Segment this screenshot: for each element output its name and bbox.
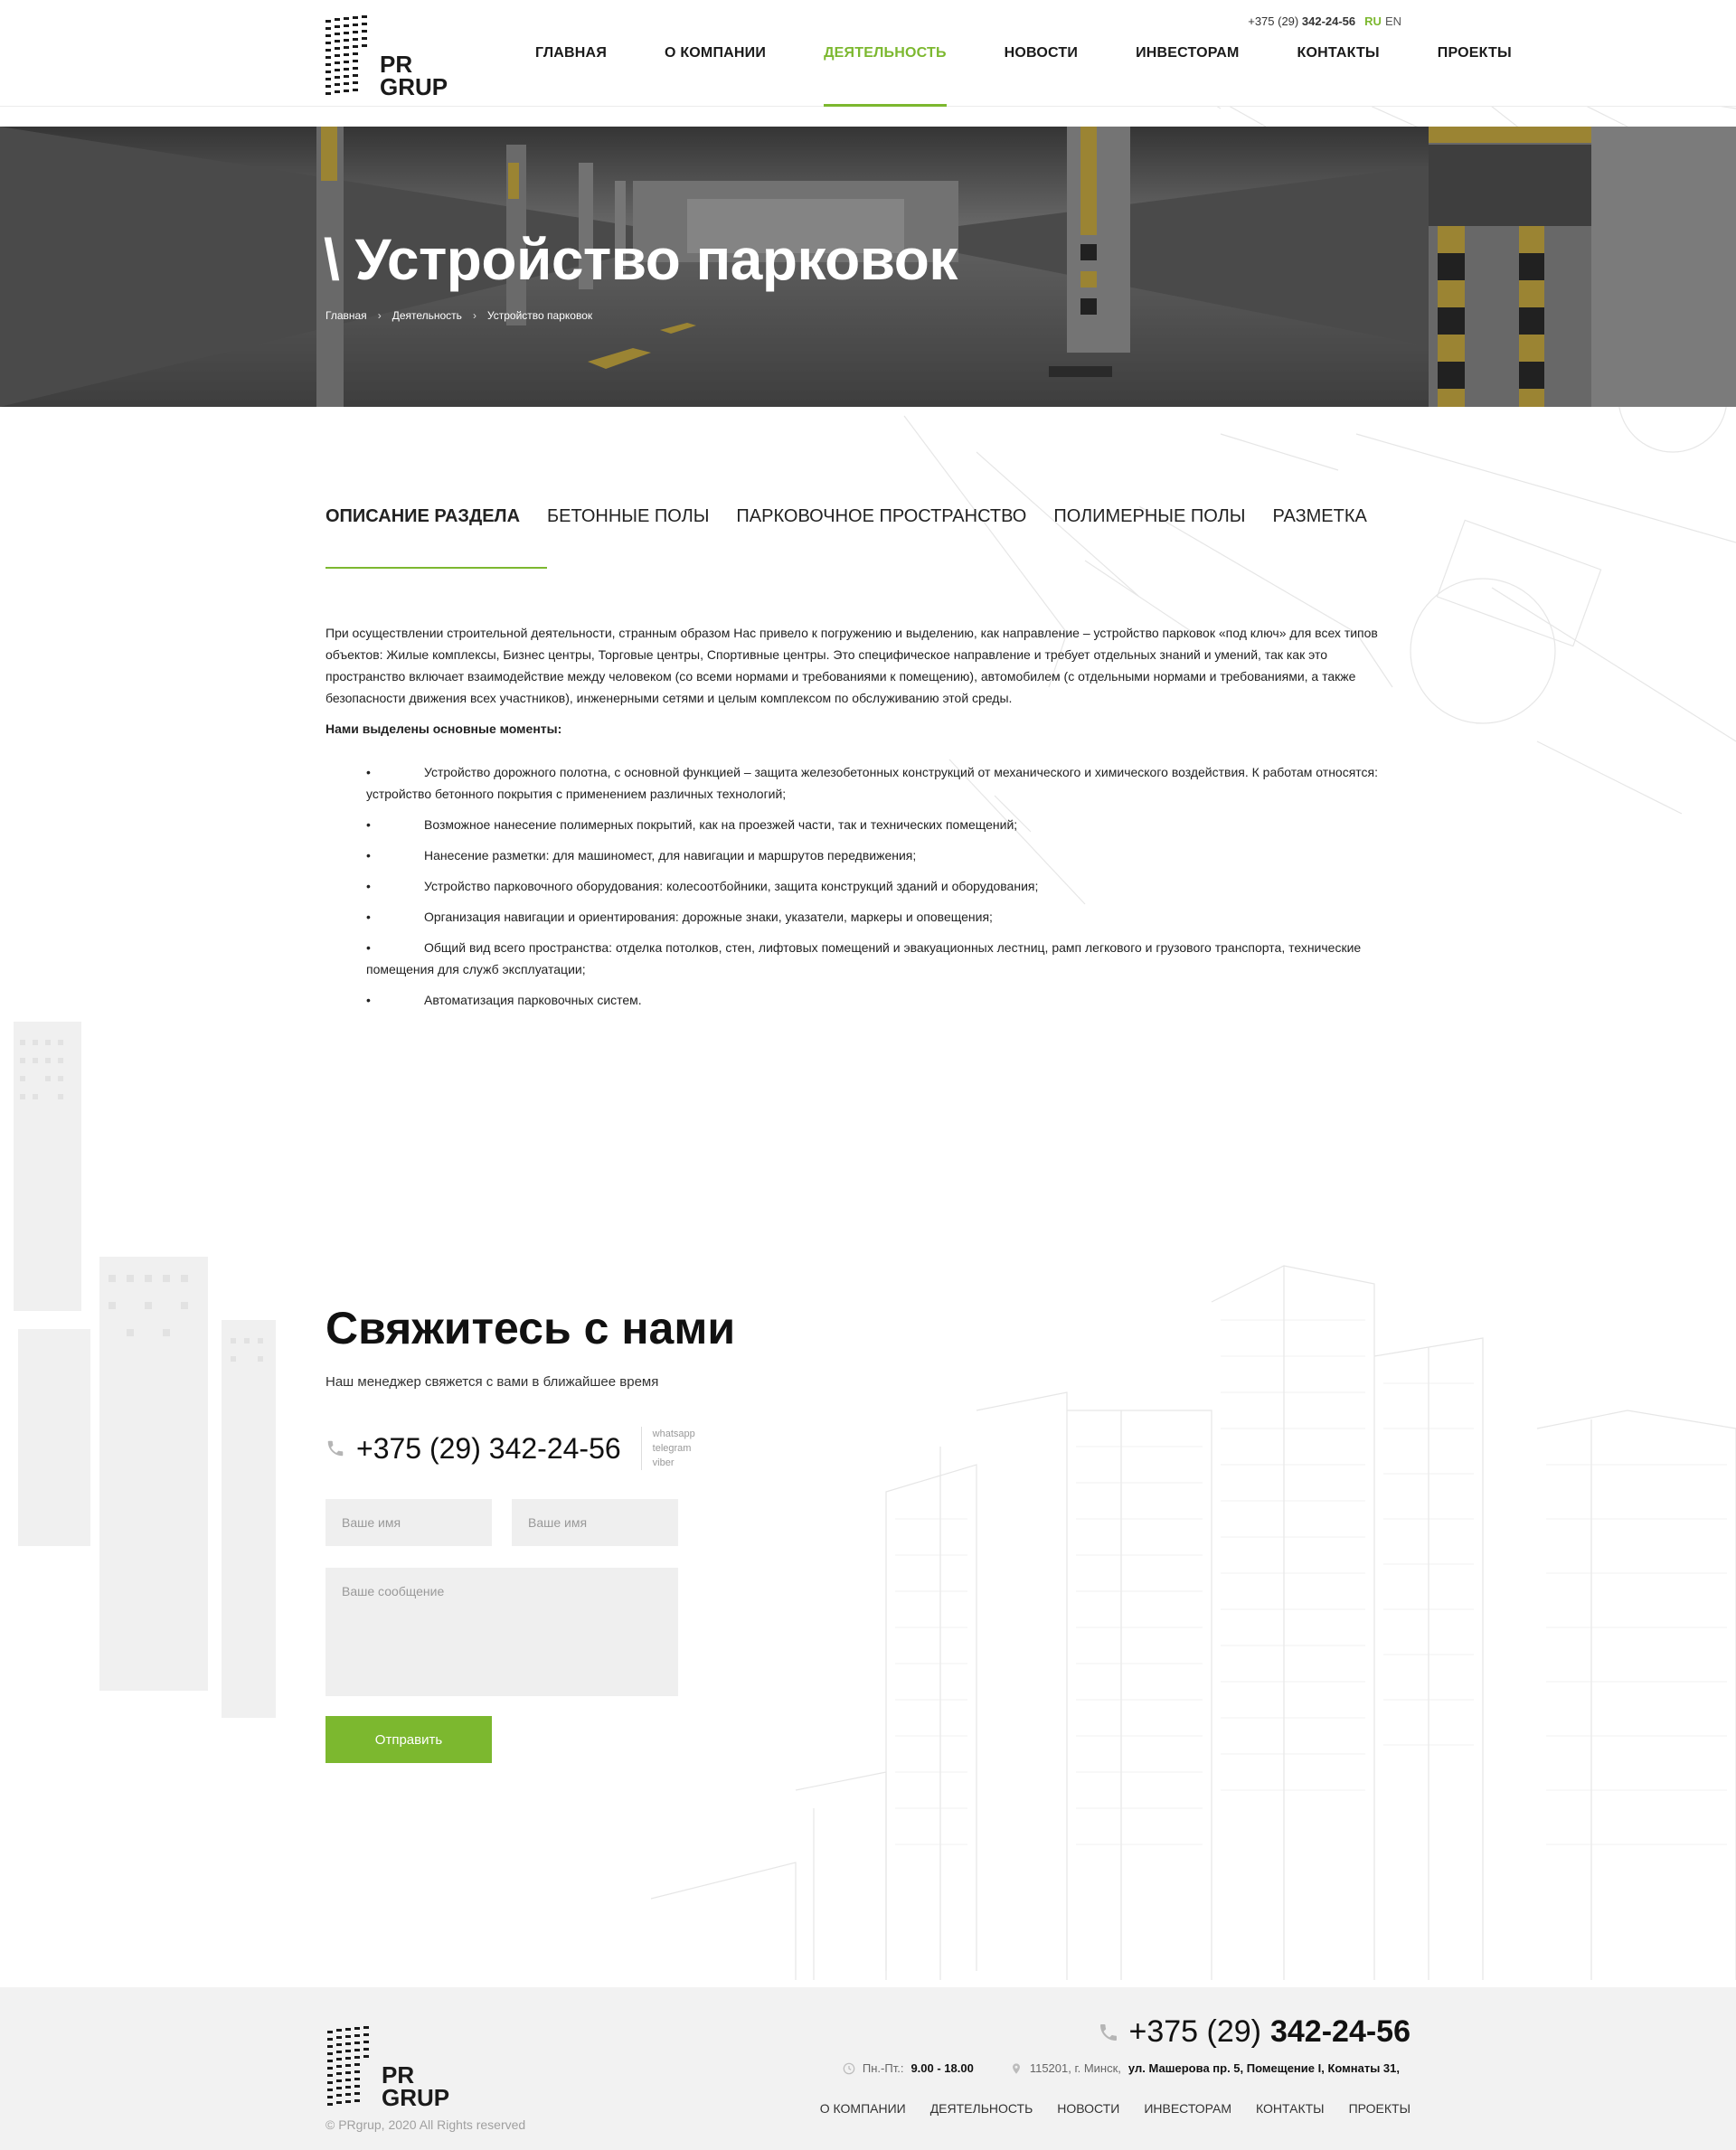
main-nav: Главная О компании Деятельность Новости …	[506, 0, 1541, 107]
contact-subtitle: Наш менеджер свяжется с вами в ближайшее…	[326, 1374, 659, 1390]
breadcrumb-activity[interactable]: Деятельность	[392, 309, 462, 322]
nav-item-projects[interactable]: Проекты	[1409, 0, 1541, 107]
hero-banner: \ Устройство парковок Главная › Деятельн…	[0, 127, 1736, 407]
submit-button[interactable]: Отправить	[326, 1716, 492, 1763]
phone-icon	[1100, 2023, 1118, 2041]
tab-polymer-floors[interactable]: Полимерные полы	[1053, 506, 1245, 554]
contact-phone-block: +375 (29) 342-24-56 whatsapp telegram vi…	[326, 1427, 695, 1470]
list-item: • Устройство парковочного оборудования: к…	[366, 875, 1392, 897]
nav-item-about[interactable]: О компании	[636, 0, 795, 107]
name-field-2[interactable]	[512, 1499, 678, 1546]
footer-nav-projects[interactable]: Проекты	[1349, 2101, 1410, 2116]
breadcrumb-current: Устройство парковок	[486, 309, 593, 322]
footer-nav-contacts[interactable]: Контакты	[1256, 2101, 1325, 2116]
bullet: •	[366, 879, 371, 893]
name-field[interactable]	[326, 1499, 492, 1546]
site-footer: PR GRUP © PRgrup, 2020 All Rights reserv…	[0, 1987, 1736, 2150]
bullet: •	[366, 993, 371, 1007]
key-points-heading: Нами выделены основные моменты:	[326, 721, 562, 736]
logo-building-icon: PR GRUP	[326, 15, 448, 98]
contact-phone-number[interactable]: +375 (29) 342-24-56	[356, 1432, 621, 1466]
bullet: •	[366, 848, 371, 863]
bullet: •	[366, 940, 371, 955]
breadcrumb-separator: ›	[472, 309, 476, 322]
list-item: • Организация навигации и ориентирования:…	[366, 906, 1392, 928]
location-pin-icon	[1012, 2062, 1020, 2074]
footer-nav-activity[interactable]: Деятельность	[930, 2101, 1033, 2116]
clock-icon	[843, 2062, 855, 2074]
svg-text:GRUP: GRUP	[380, 73, 448, 98]
nav-item-investors[interactable]: Инвесторам	[1107, 0, 1268, 107]
list-item: • Общий вид всего пространства: отделка п…	[366, 937, 1392, 980]
page-title: \ Устройство парковок	[324, 227, 958, 292]
list-item: • Нанесение разметки: для машиномест, для…	[366, 844, 1392, 866]
logo-building-icon: PR GRUP	[327, 2026, 449, 2111]
viber-link[interactable]: viber	[653, 1456, 695, 1470]
breadcrumb-home[interactable]: Главная	[326, 309, 367, 322]
tab-parking-space[interactable]: Парковочное пространство	[736, 506, 1026, 554]
breadcrumb: Главная › Деятельность › Устройство парк…	[326, 309, 592, 322]
footer-nav-news[interactable]: Новости	[1057, 2101, 1119, 2116]
breadcrumb-separator: ›	[377, 309, 382, 322]
footer-nav-investors[interactable]: Инвесторам	[1144, 2101, 1231, 2116]
footer-nav-about[interactable]: О компании	[820, 2101, 906, 2116]
message-field[interactable]	[326, 1568, 678, 1696]
list-item: • Устройство дорожного полотна, с основно…	[366, 761, 1392, 805]
company-logo[interactable]: PR GRUP	[324, 13, 450, 98]
address: 115201, г. Минск, ул. Машерова пр. 5, Пом…	[1010, 2061, 1400, 2075]
list-item: • Автоматизация парковочных систем.	[366, 989, 1392, 1011]
nav-item-news[interactable]: Новости	[976, 0, 1107, 107]
tab-concrete-floors[interactable]: Бетонные полы	[547, 506, 709, 554]
section-tabs: Описание раздела Бетонные полы Парковочн…	[326, 506, 1367, 569]
footer-phone[interactable]: +375 (29) 342-24-56	[1098, 2014, 1410, 2050]
telegram-link[interactable]: telegram	[653, 1441, 695, 1456]
section-description: При осуществлении строительной деятельно…	[326, 622, 1392, 1020]
footer-nav: О компании Деятельность Новости Инвестор…	[820, 2101, 1410, 2116]
bullet: •	[366, 765, 371, 779]
messenger-links: whatsapp telegram viber	[640, 1427, 695, 1470]
whatsapp-link[interactable]: whatsapp	[653, 1427, 695, 1441]
footer-info: Пн.-Пт.: 9.00 - 18.00 115201, г. Минск, ул…	[843, 2061, 1400, 2075]
nav-item-contacts[interactable]: Контакты	[1269, 0, 1409, 107]
working-hours: Пн.-Пт.: 9.00 - 18.00	[843, 2061, 974, 2075]
svg-text:GRUP: GRUP	[382, 2084, 449, 2108]
phone-icon	[327, 1440, 344, 1457]
tab-marking[interactable]: Разметка	[1272, 506, 1366, 554]
footer-logo[interactable]: PR GRUP	[326, 2023, 452, 2113]
copyright: © PRgrup, 2020 All Rights reserved	[326, 2117, 526, 2132]
tab-description[interactable]: Описание раздела	[326, 506, 548, 569]
nav-item-home[interactable]: Главная	[506, 0, 636, 107]
contact-title: Свяжитесь с нами	[326, 1303, 736, 1353]
key-points-list: • Устройство дорожного полотна, с основно…	[326, 761, 1392, 1011]
bullet: •	[366, 910, 371, 924]
intro-paragraph: При осуществлении строительной деятельно…	[326, 626, 1378, 705]
nav-item-activity[interactable]: Деятельность	[795, 0, 976, 107]
site-header: PR GRUP +375 (29) 342-24-56 RU EN Главна…	[0, 0, 1736, 107]
bullet: •	[366, 817, 371, 832]
list-item: • Возможное нанесение полимерных покрытий…	[366, 814, 1392, 835]
